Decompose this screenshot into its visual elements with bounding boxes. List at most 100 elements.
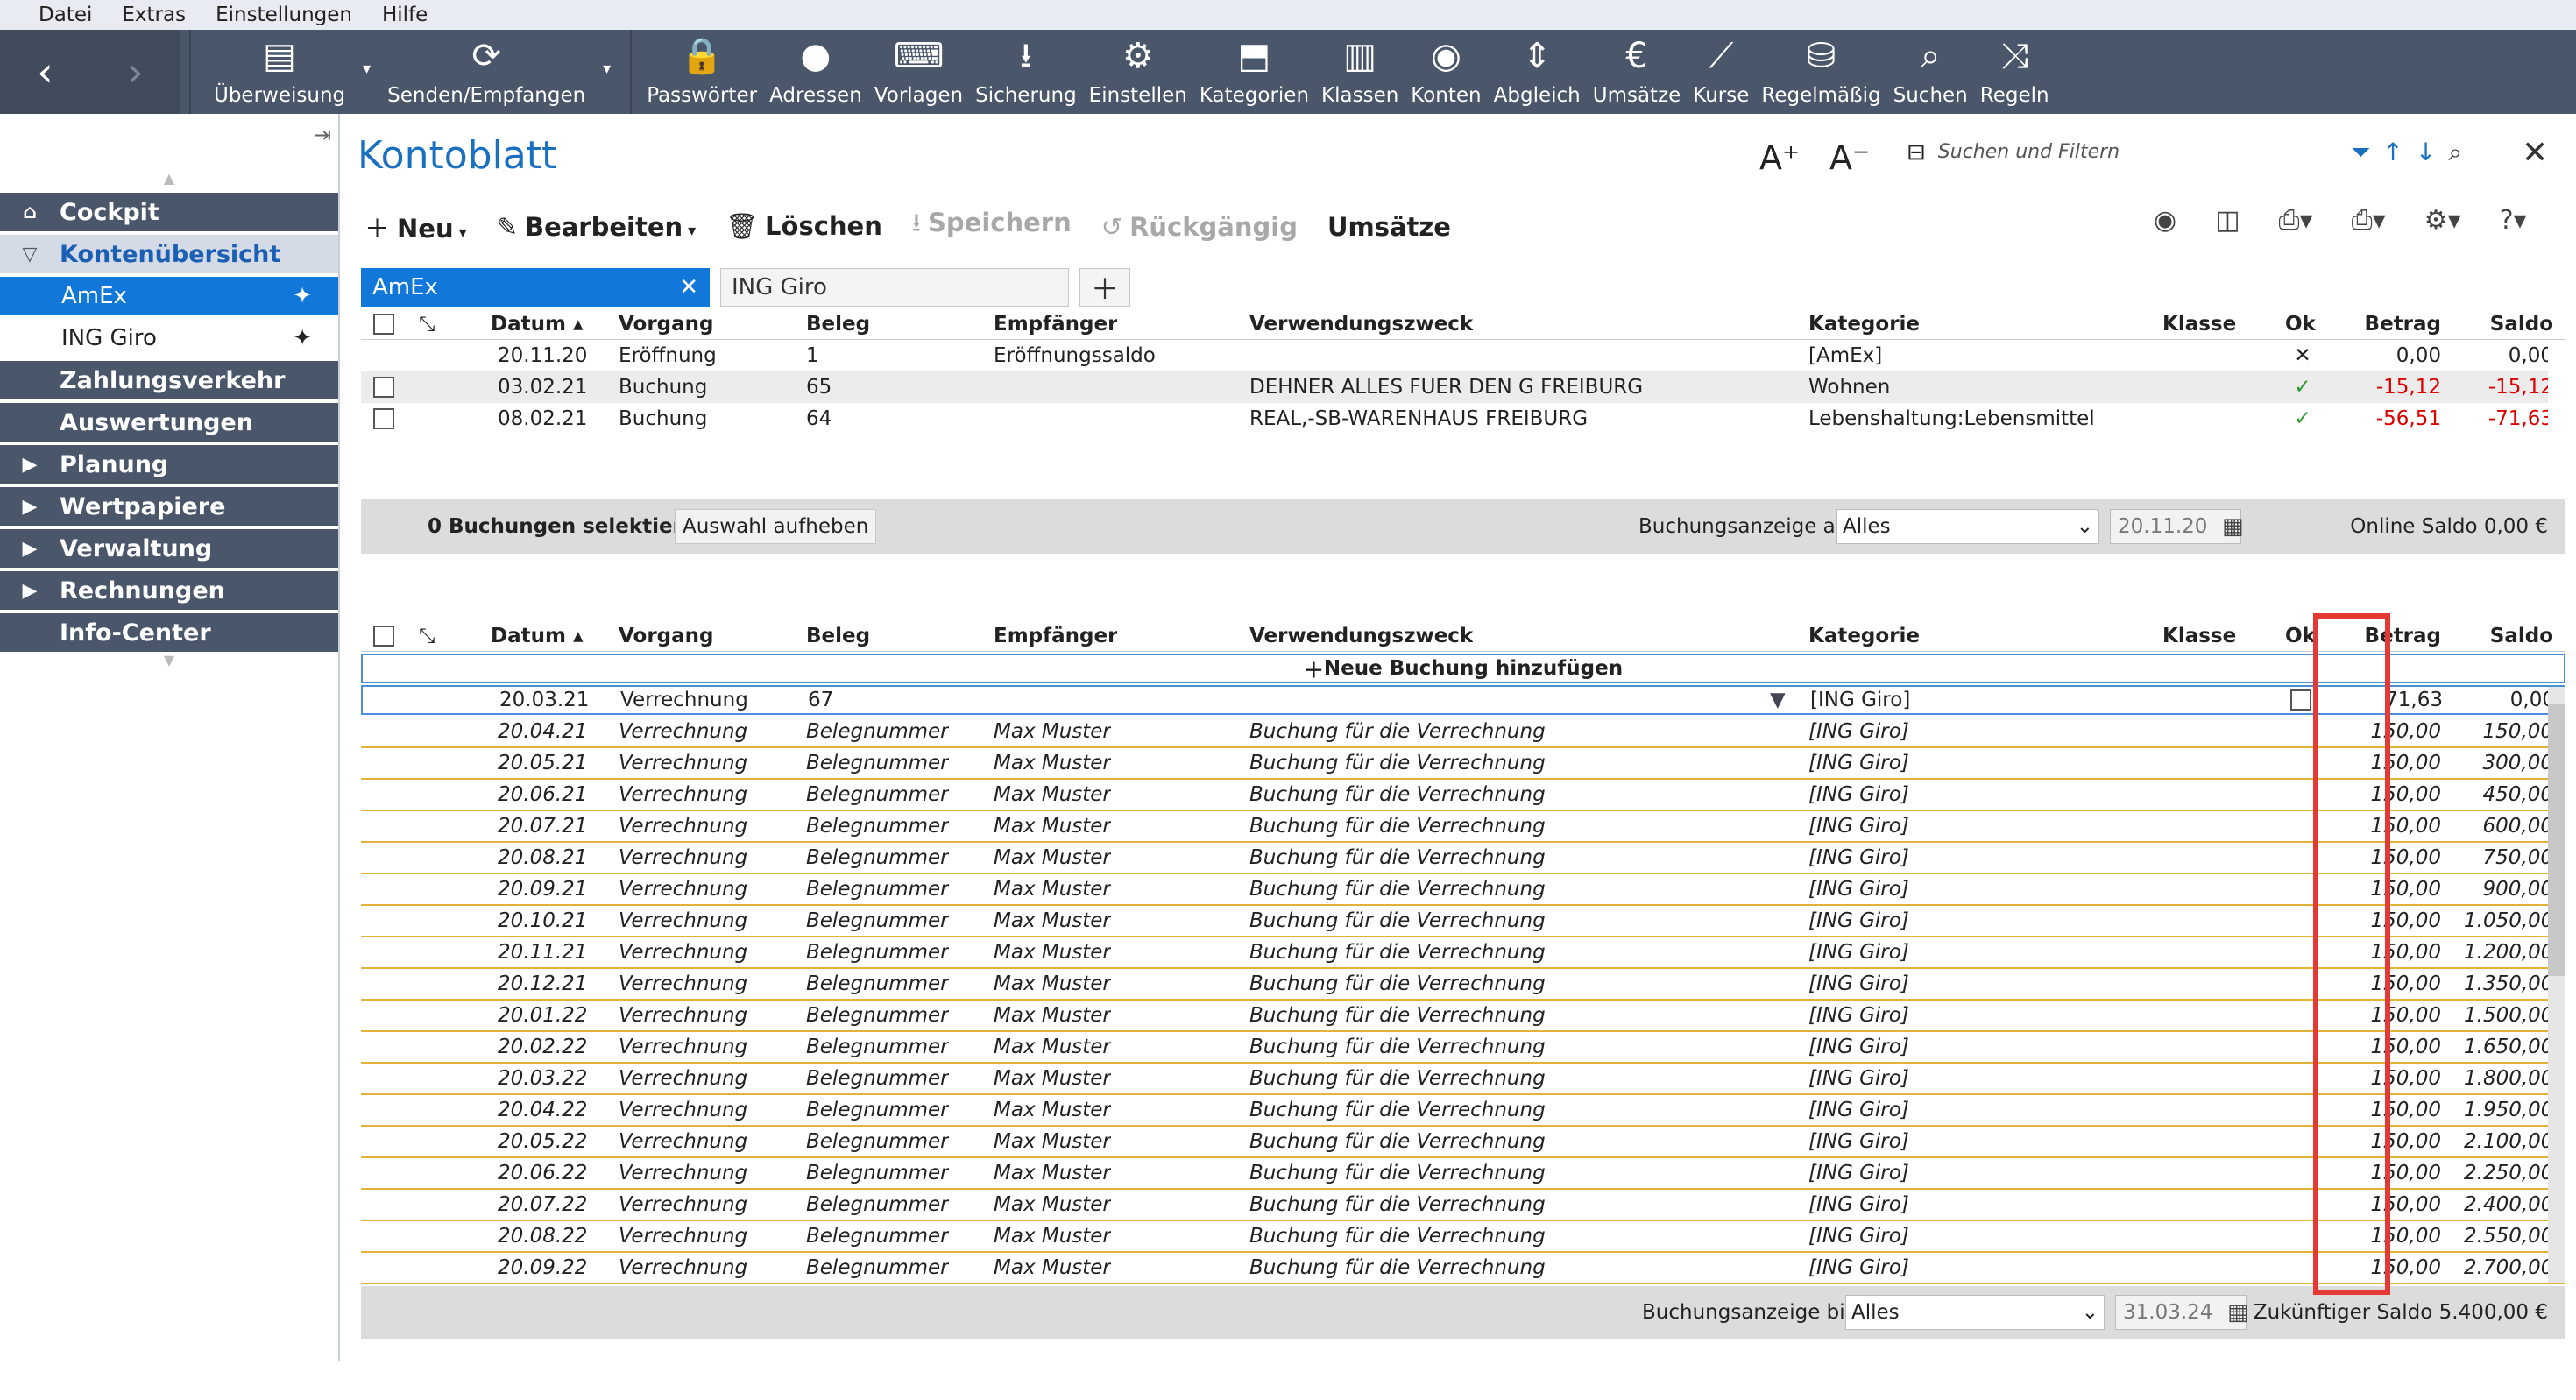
column-datum[interactable]: Datum ▴: [491, 625, 584, 647]
column-kategorie[interactable]: Kategorie: [1808, 625, 1920, 647]
select-all-checkbox[interactable]: [373, 313, 394, 335]
undo-button[interactable]: ↺ Rückgängig: [1101, 212, 1298, 242]
sidebar-item-auswertungen[interactable]: Auswertungen: [0, 403, 338, 442]
sidebar-scroll-up-icon[interactable]: ▲: [0, 170, 338, 193]
sidebar-item-rechnungen[interactable]: ▶ Rechnungen: [0, 571, 338, 610]
tab-ing-giro[interactable]: ING Giro: [720, 268, 1069, 307]
sidebar-item-verwaltung[interactable]: ▶ Verwaltung: [0, 529, 338, 568]
column-klasse[interactable]: Klasse: [2162, 625, 2236, 647]
toolbar-suchen[interactable]: ⌕ Suchen: [1887, 30, 1974, 114]
column-kategorie[interactable]: Kategorie: [1808, 313, 1920, 336]
column-klasse[interactable]: Klasse: [2162, 313, 2236, 336]
search-icon[interactable]: ⌕: [2448, 138, 2462, 167]
column-ok[interactable]: Ok: [2285, 313, 2316, 336]
chevron-down-icon[interactable]: ▾: [603, 60, 611, 78]
table-row[interactable]: 03.02.21 Buchung 65 DEHNER ALLES FUER DEN G…: [361, 371, 2565, 403]
search-input[interactable]: Suchen und Filtern: [1938, 141, 2339, 163]
calendar-icon[interactable]: ▦: [2227, 1299, 2249, 1326]
top-scrollbar[interactable]: [2548, 340, 2565, 498]
tab-amex[interactable]: AmEx ✕: [361, 268, 710, 307]
column-betrag[interactable]: Betrag: [2355, 625, 2441, 647]
toolbar-regeln[interactable]: ⤨ Regeln: [1974, 30, 2056, 114]
toolbar-vorlagen[interactable]: ⌨ Vorlagen: [868, 30, 969, 114]
table-row[interactable]: 20.04.22 Verrechnung Belegnummer Max Muster…: [361, 1095, 2565, 1127]
toolbar-kurse[interactable]: ⟋ Kurse: [1687, 30, 1755, 114]
sidebar-item-info-center[interactable]: Info-Center: [0, 613, 338, 652]
table-row[interactable]: 20.06.22 Verrechnung Belegnummer Max Muster…: [361, 1158, 2565, 1190]
column-vorgang[interactable]: Vorgang: [619, 313, 714, 336]
column-beleg[interactable]: Beleg: [806, 625, 870, 647]
toolbar-umsätze[interactable]: € Umsätze: [1587, 30, 1688, 114]
toolbar-überweisung[interactable]: ▤ Überweisung ▾: [200, 30, 371, 114]
row-checkbox[interactable]: [373, 408, 394, 429]
sidebar-scroll-down-icon[interactable]: ▼: [0, 652, 338, 675]
delete-button[interactable]: 🗑 Löschen: [725, 211, 882, 242]
funnel-icon[interactable]: ⏷: [2351, 138, 2370, 167]
add-booking-row[interactable]: ＋ Neue Buchung hinzufügen: [361, 654, 2565, 683]
collapse-icon[interactable]: ⇥: [314, 123, 331, 147]
menu-hilfe[interactable]: Hilfe: [382, 4, 428, 26]
column-betrag[interactable]: Betrag: [2355, 313, 2441, 336]
table-row[interactable]: 20.05.21 Verrechnung Belegnummer Max Muster…: [361, 748, 2565, 780]
font-increase-button[interactable]: A⁺: [1759, 138, 1800, 177]
column-saldo[interactable]: Saldo: [2464, 625, 2553, 647]
table-row[interactable]: 20.07.21 Verrechnung Belegnummer Max Muster…: [361, 811, 2565, 843]
table-row[interactable]: 20.07.22 Verrechnung Belegnummer Max Muster…: [361, 1190, 2565, 1221]
table-row[interactable]: 20.03.22 Verrechnung Belegnummer Max Muster…: [361, 1064, 2565, 1095]
table-row[interactable]: 20.11.21 Verrechnung Belegnummer Max Muster…: [361, 937, 2565, 969]
clear-selection-button[interactable]: Auswahl aufheben: [675, 509, 877, 544]
table-row[interactable]: 20.06.21 Verrechnung Belegnummer Max Muster…: [361, 780, 2565, 811]
back-icon[interactable]: ‹: [37, 48, 53, 95]
arrow-down-icon[interactable]: ↓: [2416, 138, 2436, 166]
forward-icon[interactable]: ›: [127, 48, 143, 95]
table-row[interactable]: 20.08.22 Verrechnung Belegnummer Max Muster…: [361, 1221, 2565, 1253]
toolbar-kategorien[interactable]: ⬒ Kategorien: [1193, 30, 1315, 114]
pin-icon[interactable]: ✦: [293, 283, 312, 309]
table-row[interactable]: 20.09.22 Verrechnung Belegnummer Max Muster…: [361, 1253, 2565, 1284]
table-row[interactable]: 20.08.21 Verrechnung Belegnummer Max Muster…: [361, 843, 2565, 874]
column-verwendungszweck[interactable]: Verwendungszweck: [1249, 313, 1473, 336]
display-filter-select[interactable]: Alles ⌄: [1836, 509, 2099, 544]
table-row[interactable]: 20.05.22 Verrechnung Belegnummer Max Muster…: [361, 1127, 2565, 1158]
arrow-up-icon[interactable]: ↑: [2382, 138, 2403, 166]
toolbar-adressen[interactable]: ● Adressen: [763, 30, 868, 114]
umsaetze-button[interactable]: Umsätze: [1327, 212, 1451, 242]
sidebar-item-cockpit[interactable]: ⌂ Cockpit: [0, 193, 338, 231]
toolbar-einstellen[interactable]: ⚙ Einstellen: [1083, 30, 1193, 114]
table-row[interactable]: 20.11.20 Eröffnung 1 Eröffnungssaldo [AmEx] ✕…: [361, 340, 2565, 371]
add-tab-button[interactable]: ＋: [1079, 268, 1130, 307]
new-button[interactable]: ＋ Neu ▾: [364, 209, 467, 245]
save-button[interactable]: ⭳ Speichern: [912, 205, 1072, 248]
search-filter[interactable]: ⊟ Suchen und Filtern ⏷ ↑ ↓ ⌕: [1901, 131, 2462, 173]
column-datum[interactable]: Datum ▴: [491, 313, 584, 336]
column-verwendungszweck[interactable]: Verwendungszweck: [1249, 625, 1473, 647]
menu-datei[interactable]: Datei: [39, 4, 92, 26]
dropdown-arrow-icon[interactable]: ▼: [1770, 689, 1786, 711]
edit-button[interactable]: ✎ Bearbeiten ▾: [497, 212, 697, 242]
toolbar-senden-empfangen[interactable]: ⟳ Senden/Empfangen ▾: [381, 30, 611, 114]
sidebar-item-zahlungsverkehr[interactable]: Zahlungsverkehr: [0, 361, 338, 399]
table-row[interactable]: 20.01.22 Verrechnung Belegnummer Max Muster…: [361, 1001, 2565, 1032]
account-item[interactable]: AmEx ✦: [0, 277, 338, 315]
account-item[interactable]: ING Giro ✦: [0, 319, 338, 357]
sidebar-item-kontenuebersicht[interactable]: ▽ Kontenübersicht: [0, 235, 338, 273]
calendar-icon[interactable]: ▦: [2222, 513, 2244, 540]
compress-icon[interactable]: ⤡: [419, 625, 435, 647]
scrollbar-thumb[interactable]: [2548, 704, 2565, 976]
toolbar-passwörter[interactable]: 🔒 Passwörter: [640, 30, 763, 114]
edit-row[interactable]: 20.03.21 Verrechnung 67 ▼ [ING Giro] 71,63 0,0…: [361, 685, 2565, 715]
export-icon[interactable]: ⎙▾: [2279, 205, 2313, 236]
column-ok[interactable]: Ok: [2285, 625, 2316, 647]
row-checkbox[interactable]: [373, 377, 394, 398]
close-icon[interactable]: ✕: [2522, 135, 2548, 171]
toolbar-klassen[interactable]: ▥ Klassen: [1315, 30, 1405, 114]
close-tab-icon[interactable]: ✕: [679, 274, 698, 301]
ok-checkbox[interactable]: [2290, 689, 2311, 711]
column-empfaenger[interactable]: Empfänger: [994, 625, 1117, 647]
column-saldo[interactable]: Saldo: [2464, 313, 2553, 336]
chevron-down-icon[interactable]: ▾: [363, 60, 371, 78]
column-vorgang[interactable]: Vorgang: [619, 625, 714, 647]
toolbar-konten[interactable]: ◉ Konten: [1405, 30, 1487, 114]
eye-icon[interactable]: ◉: [2154, 205, 2176, 236]
sidebar-item-planung[interactable]: ▶ Planung: [0, 445, 338, 484]
